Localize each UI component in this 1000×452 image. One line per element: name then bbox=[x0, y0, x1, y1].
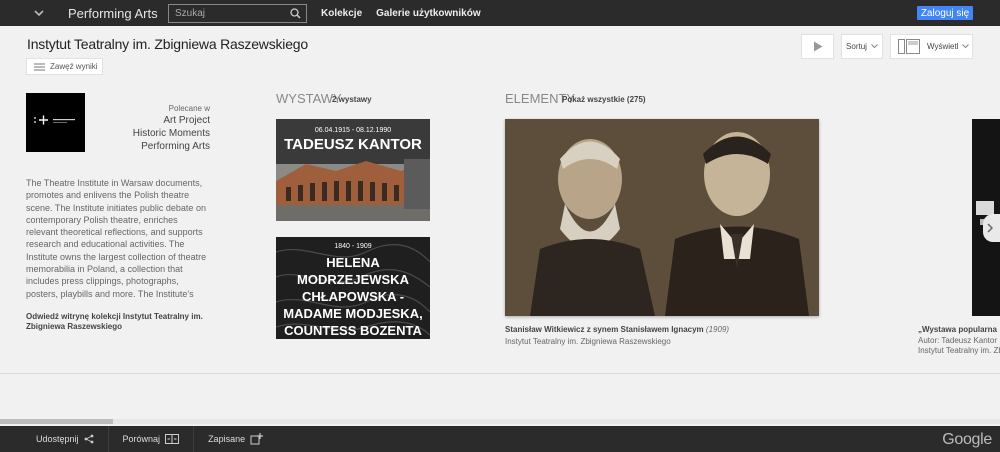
element-year: (1909) bbox=[705, 325, 730, 334]
list-icon bbox=[34, 63, 45, 70]
recommended-item-art-project[interactable]: Art Project bbox=[163, 115, 210, 126]
exhibition-title: HELENA MODRZEJEWSKA CHŁAPOWSKA - MADAME … bbox=[283, 255, 423, 338]
recommended-item-historic-moments[interactable]: Historic Moments bbox=[133, 128, 210, 139]
layout-icon bbox=[898, 39, 920, 54]
play-button[interactable] bbox=[801, 34, 834, 59]
share-icon bbox=[84, 434, 93, 444]
brand-title[interactable]: Performing Arts bbox=[68, 6, 168, 21]
sort-button[interactable]: Sortuj bbox=[841, 34, 883, 59]
recommended-item-performing-arts[interactable]: Performing Arts bbox=[141, 141, 210, 152]
exhibition-dates: 06.04.1915 - 08.12.1990 bbox=[314, 127, 392, 134]
exhibition-card-modrzejewska[interactable]: 1840 - 1909 HELENA MODRZEJEWSKA CHŁAPOWS… bbox=[276, 237, 430, 339]
refine-results-label: Zawęź wyniki bbox=[50, 62, 98, 71]
exhibition-card-kantor[interactable]: 06.04.1915 - 08.12.1990 TADEUSZ KANTOR bbox=[276, 119, 430, 221]
visit-collection-link[interactable]: Odwiedź witrynę kolekcji Instytut Teatra… bbox=[26, 312, 216, 332]
element-title-next[interactable]: „Wystawa popularna bbox=[918, 325, 1000, 334]
portrait-photo bbox=[505, 119, 819, 316]
search-box bbox=[168, 3, 307, 23]
nav-collections[interactable]: Kolekcje bbox=[321, 8, 362, 19]
google-logo: Google bbox=[942, 431, 992, 448]
footer-bar: Udostępnij Porównaj Zapisane bbox=[0, 426, 1000, 452]
compare-button[interactable]: Porównaj bbox=[109, 426, 195, 452]
search-input[interactable] bbox=[169, 7, 287, 19]
saved-button[interactable]: Zapisane bbox=[194, 426, 277, 452]
sort-label: Sortuj bbox=[846, 42, 867, 51]
element-author-next: Autor: Tadeusz Kantor bbox=[918, 336, 998, 345]
chevron-down-icon bbox=[962, 44, 970, 49]
nav-user-galleries[interactable]: Galerie użytkowników bbox=[376, 8, 480, 19]
element-owner-next: Instytut Teatralny im. Zbigniewa Raszews… bbox=[918, 346, 1000, 355]
exhibition-image bbox=[276, 119, 430, 221]
view-label: Wyświetl bbox=[927, 42, 959, 51]
chevron-down-icon bbox=[34, 9, 44, 16]
element-title[interactable]: Stanisław Witkiewicz z synem Stanisławem… bbox=[505, 325, 729, 334]
element-photo[interactable] bbox=[505, 119, 819, 316]
exhibition-dates: 1840 - 1909 bbox=[334, 243, 372, 250]
scrollbar-thumb[interactable] bbox=[0, 419, 113, 424]
menu-button[interactable] bbox=[26, 0, 52, 26]
page-title: Instytut Teatralny im. Zbigniewa Raszews… bbox=[27, 36, 308, 52]
compare-icon bbox=[165, 434, 180, 444]
exhibitions-count: 2 wystawy bbox=[332, 95, 372, 104]
exhibition-title: TADEUSZ KANTOR bbox=[284, 136, 422, 153]
horizontal-scrollbar[interactable] bbox=[0, 419, 1000, 424]
content-divider bbox=[0, 373, 1000, 374]
chevron-right-icon bbox=[987, 223, 993, 233]
collection-description: The Theatre Institute in Warsaw document… bbox=[26, 178, 207, 299]
institute-logo bbox=[26, 93, 85, 152]
element-author: Instytut Teatralny im. Zbigniewa Raszews… bbox=[505, 337, 671, 346]
chevron-down-icon bbox=[871, 44, 878, 49]
search-icon[interactable] bbox=[287, 5, 303, 21]
login-button[interactable]: Zaloguj się bbox=[917, 6, 973, 20]
recommended-label: Polecane w bbox=[168, 104, 210, 113]
share-button[interactable]: Udostępnij bbox=[0, 426, 109, 452]
refine-results-button[interactable]: Zawęź wyniki bbox=[26, 58, 103, 75]
carousel-next-button[interactable] bbox=[983, 214, 1000, 242]
add-saved-icon bbox=[250, 433, 264, 445]
top-bar: Performing Arts Kolekcje Galerie użytkow… bbox=[0, 0, 1000, 26]
view-button[interactable]: Wyświetl bbox=[890, 34, 973, 59]
show-all-elements-link[interactable]: Pokaż wszystkie (275) bbox=[562, 95, 646, 104]
play-icon bbox=[813, 41, 822, 52]
